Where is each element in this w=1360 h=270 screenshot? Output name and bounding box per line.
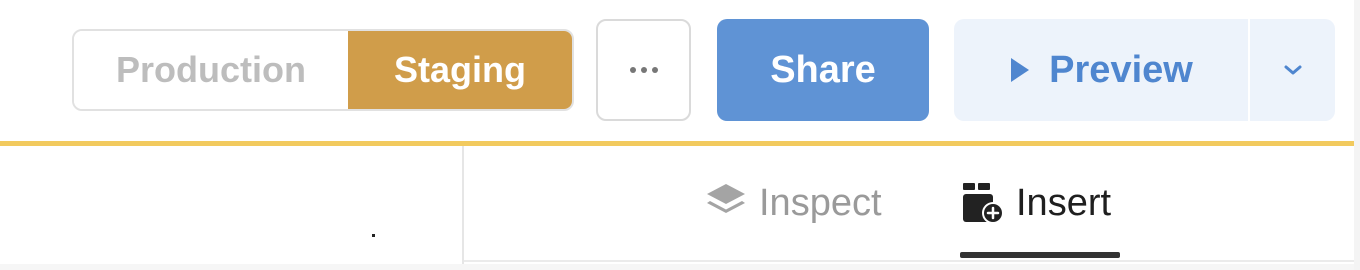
share-label: Share	[770, 48, 876, 91]
tab-inspect[interactable]: Inspect	[703, 172, 882, 234]
side-panel	[464, 146, 1354, 270]
preview-label: Preview	[1049, 48, 1193, 91]
production-option[interactable]: Production	[74, 31, 348, 109]
panel-tabs-border	[464, 260, 1354, 262]
staging-label: Staging	[394, 49, 526, 90]
preview-dropdown-button[interactable]	[1250, 19, 1335, 121]
layers-icon	[707, 184, 745, 213]
tab-insert-label: Insert	[1016, 181, 1112, 224]
tab-insert[interactable]: Insert	[960, 172, 1111, 234]
chevron-down-icon	[1284, 65, 1301, 75]
tab-inspect-label: Inspect	[759, 181, 882, 224]
production-label: Production	[116, 49, 306, 90]
top-toolbar: Production Staging Share Preview	[0, 0, 1360, 142]
bottom-edge	[0, 264, 1354, 270]
canvas-area[interactable]	[0, 146, 462, 270]
more-horizontal-icon	[629, 67, 658, 73]
share-button[interactable]: Share	[717, 19, 929, 121]
insert-component-icon	[963, 183, 1004, 224]
preview-split-button: Preview	[954, 19, 1335, 121]
preview-button[interactable]: Preview	[954, 19, 1248, 121]
environment-toggle: Production Staging	[72, 29, 574, 111]
staging-option[interactable]: Staging	[348, 31, 572, 109]
play-icon	[1011, 58, 1030, 82]
more-options-button[interactable]	[596, 19, 691, 121]
window-edge	[1354, 0, 1360, 270]
active-tab-indicator	[960, 252, 1120, 258]
canvas-cursor-dot	[372, 234, 375, 237]
